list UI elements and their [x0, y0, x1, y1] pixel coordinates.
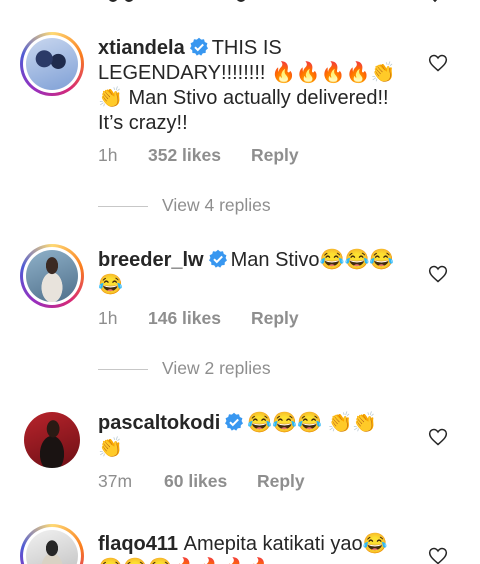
view-replies-label: View 2 replies: [162, 358, 271, 378]
comment-time: 37m: [98, 471, 133, 491]
comment-username[interactable]: xtiandela: [98, 37, 185, 59]
comment-username[interactable]: flaqo411: [98, 533, 178, 555]
heart-outline-icon[interactable]: [428, 53, 448, 73]
reply-button[interactable]: Reply: [257, 471, 305, 492]
avatar-photo: [24, 412, 80, 468]
verified-badge-icon: [225, 412, 244, 431]
cutoff-glyph: [108, 0, 118, 2]
avatar-photo: [26, 250, 78, 302]
avatar[interactable]: [20, 244, 84, 308]
comment-username[interactable]: breeder_lw: [98, 249, 204, 271]
comment-body: pascaltokodi 😂😂😂 👏👏 👏: [98, 411, 398, 461]
comment-likes[interactable]: 60 likes: [164, 471, 227, 492]
heart-outline-icon[interactable]: [428, 264, 448, 284]
previous-content-cutoff: [0, 0, 480, 8]
reply-button[interactable]: Reply: [251, 308, 299, 329]
comment-username[interactable]: pascaltokodi: [98, 412, 220, 434]
avatar-photo: [26, 530, 78, 564]
avatar[interactable]: [20, 32, 84, 96]
comment-likes[interactable]: 146 likes: [148, 308, 221, 329]
heart-outline-icon[interactable]: [428, 546, 448, 564]
view-replies-label: View 4 replies: [162, 195, 271, 215]
comment-time: 1h: [98, 145, 118, 165]
verified-badge-icon: [189, 37, 208, 56]
heart-outline-icon[interactable]: [428, 427, 448, 447]
comment-body: xtiandela THIS IS LEGENDARY!!!!!!!! 🔥🔥🔥🔥👏…: [98, 36, 416, 136]
avatar-photo: [26, 38, 78, 90]
instagram-comments-screen: xtiandela THIS IS LEGENDARY!!!!!!!! 🔥🔥🔥🔥👏…: [0, 0, 480, 564]
cutoff-glyph: [236, 0, 246, 2]
cutoff-glyph: [124, 0, 134, 2]
view-replies-button[interactable]: View 2 replies: [98, 358, 358, 380]
comment-body: breeder_lw Man Stivo😂😂😂 😂: [98, 248, 408, 298]
comment-body: flaqo411 Amepita katikati yao😂 😂😂😂🔥🔥🔥🔥: [98, 532, 408, 564]
verified-badge-icon: [208, 249, 227, 268]
replies-divider: [98, 206, 148, 207]
avatar[interactable]: [20, 408, 84, 472]
comment-time: 1h: [98, 308, 118, 328]
chevron-down-icon[interactable]: [427, 0, 443, 3]
view-replies-button[interactable]: View 4 replies: [98, 195, 358, 217]
reply-button[interactable]: Reply: [251, 145, 299, 166]
replies-divider: [98, 369, 148, 370]
comment-likes[interactable]: 352 likes: [148, 145, 221, 166]
avatar[interactable]: [20, 524, 84, 564]
